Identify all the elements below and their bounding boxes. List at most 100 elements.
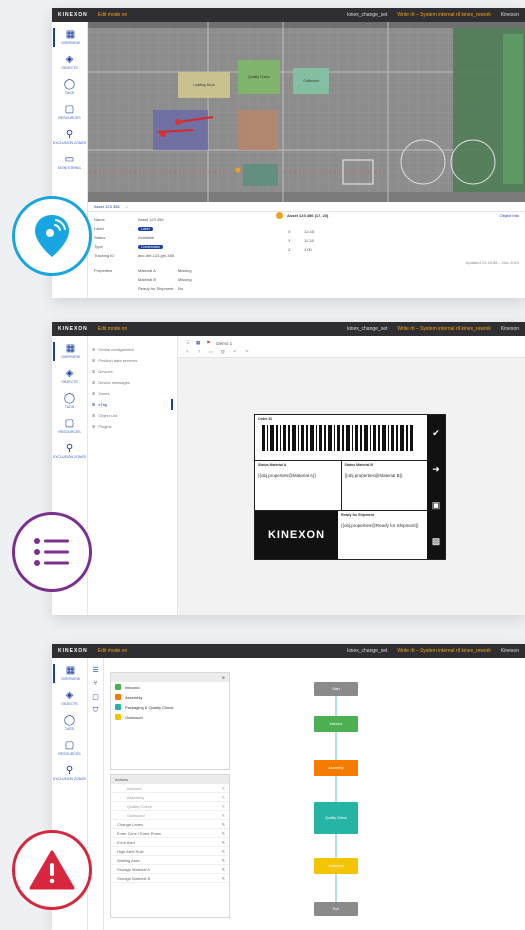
flow-node-start[interactable]: Start xyxy=(314,682,358,696)
sidebar-item-label: Overview xyxy=(61,355,80,359)
coordinates: X 12.45 Y 11.28 Z 1.00 xyxy=(276,229,519,252)
sidebar-item-exclusion-zones[interactable]: ⚲ Exclusion Zones xyxy=(53,442,87,461)
label-preview[interactable]: Order ID Status Material A {{obj.propert… xyxy=(254,414,446,560)
flow-node-label: Assembly xyxy=(328,766,344,770)
coord-value: 12.45 xyxy=(304,229,315,234)
text-icon[interactable]: T xyxy=(198,349,201,355)
app-topbar: KINEXON Edit mode on kinex_change_set Wr… xyxy=(52,8,525,22)
app-topbar: KINEXON Edit mode on kinex_change_set Wr… xyxy=(52,322,525,336)
tree-item-label: Zones xyxy=(98,391,110,396)
flow-node-assembly[interactable]: Assembly xyxy=(314,760,358,776)
config-file-label[interactable]: kinex_change_set xyxy=(347,326,387,332)
tree-item[interactable]: ⊞ Plugins xyxy=(92,421,173,432)
sidebar-item-exclusion-zones[interactable]: ⚲ Exclusion Zones xyxy=(53,128,87,147)
last-update: Updated 12:34:56 – Nov 2023 xyxy=(465,260,519,265)
field-label: Tracking ID xyxy=(94,253,115,258)
field-label: Status xyxy=(94,235,106,240)
brand-logo: KINEXON xyxy=(58,326,88,332)
tree-item-label: Global configuration xyxy=(98,347,134,352)
tab-asset[interactable]: Asset 123 456 xyxy=(94,204,120,209)
zone-outbound[interactable]: Outbound xyxy=(293,68,329,94)
sidebar-item-monitoring[interactable]: ▭ Monitoring xyxy=(53,153,87,172)
sidebar-item-objects[interactable]: ◈ Objects xyxy=(53,53,87,72)
position-title: Asset 123 456 (17, 23) xyxy=(287,213,329,218)
tree-item-label: Position data services xyxy=(98,358,138,363)
sidebar-item-tags[interactable]: ◯ Tags xyxy=(53,392,87,411)
monitor-icon: ▭ xyxy=(64,154,75,165)
properties-table: Properties Material A Missing Material B Mi… xyxy=(88,263,525,296)
tree-item[interactable]: ⊞ Zones xyxy=(92,388,173,399)
tree-item[interactable]: ⊞ Devices xyxy=(92,366,173,377)
kinexon-logo-cell: KINEXON xyxy=(255,511,338,559)
barcode-graphic xyxy=(262,425,413,451)
flow-connectors xyxy=(335,696,337,906)
label-icon-strip: ✔ ➜ ▣ ▩ xyxy=(427,415,445,559)
map-overview-screen: KINEXON Edit mode on kinex_change_set Wr… xyxy=(52,8,525,298)
flow-node-end[interactable]: End xyxy=(314,902,358,916)
edit-mode-indicator[interactable]: Edit mode on xyxy=(98,326,127,332)
zone-quality-check[interactable]: Quality Check xyxy=(238,60,280,94)
grid-icon[interactable]: ▦ xyxy=(196,340,200,346)
close-icon[interactable]: × xyxy=(126,204,128,209)
edit-mode-indicator[interactable]: Edit mode on xyxy=(98,12,127,18)
coord-value: 11.28 xyxy=(304,238,314,243)
tree-item-label: Devices xyxy=(98,369,113,374)
flow-node-quality-check[interactable]: Quality Check xyxy=(314,802,358,834)
breadcrumb[interactable]: Demo 1 xyxy=(216,341,232,346)
property-value: No xyxy=(178,286,184,291)
user-menu[interactable]: Kinexon xyxy=(501,12,519,18)
flow-node-label: Outbound xyxy=(328,864,344,868)
coord-axis: X xyxy=(288,229,291,234)
list-icon[interactable]: ☰ xyxy=(186,340,190,346)
pin-icon: ⚲ xyxy=(65,443,74,454)
flow-node-inbound[interactable]: Inbound xyxy=(314,716,358,732)
redo-icon[interactable]: ↷ xyxy=(245,349,249,355)
sidebar-item-resources[interactable]: ▢ Resources xyxy=(53,103,87,122)
zone-label: Loading Dock xyxy=(193,83,215,87)
sidebar-item-resources[interactable]: ▢ Resources xyxy=(53,417,87,436)
sidebar-item-tags[interactable]: ◯ Tags xyxy=(53,78,87,97)
tree-item[interactable]: ⊞ Position data services xyxy=(92,355,173,366)
barcode-icon[interactable]: ▥ xyxy=(221,349,225,355)
floor-map[interactable]: Loading Dock Quality Check Outbound xyxy=(88,22,525,202)
undo-icon[interactable]: ↶ xyxy=(233,349,237,355)
circle-icon: ◯ xyxy=(63,393,76,404)
zone-loading-dock[interactable]: Loading Dock xyxy=(178,72,230,98)
object-info-link[interactable]: Object Info xyxy=(500,213,519,218)
circle-icon: ◯ xyxy=(63,79,76,90)
write-status: Write rtl – System internal rtl kinex_re… xyxy=(397,12,491,18)
cursor-icon[interactable]: ↖ xyxy=(186,349,190,355)
cell-title: Status Material A xyxy=(258,463,287,467)
floor-plan-drawing xyxy=(88,22,525,202)
user-menu[interactable]: Kinexon xyxy=(501,326,519,332)
tree-item[interactable]: ⊞ Global configuration xyxy=(92,344,173,355)
flag-icon[interactable]: ⚑ xyxy=(206,340,210,346)
square-icon: ▢ xyxy=(64,418,75,429)
tree-item[interactable]: ⊞ Object List xyxy=(92,410,173,421)
flow-node-label: End xyxy=(332,907,340,911)
sidebar-item-label: Exclusion Zones xyxy=(52,141,87,145)
tree-item-label: Plugins xyxy=(98,424,112,429)
coord-value: 1.00 xyxy=(304,247,312,252)
property-value: Missing xyxy=(178,277,192,282)
type-pill: Commission xyxy=(138,245,164,249)
flow-node-outbound[interactable]: Outbound xyxy=(314,858,358,874)
sidebar-item-objects[interactable]: ◈ Objects xyxy=(53,367,87,386)
tree-item[interactable]: ⊞ Device messages xyxy=(92,377,173,388)
sidebar-item-label: Monitoring xyxy=(58,166,81,170)
flow-node-label: Quality Check xyxy=(325,816,347,820)
sidebar-item-overview[interactable]: ▦ Overview xyxy=(52,28,87,47)
rect-icon[interactable]: ▭ xyxy=(209,349,213,355)
config-file-label[interactable]: kinex_change_set xyxy=(347,12,387,18)
map-icon: ▦ xyxy=(65,29,76,40)
sidebar-item-overview[interactable]: ▦ Overview xyxy=(52,342,87,361)
list-icon xyxy=(34,538,69,566)
sidebar-item-label: Overview xyxy=(61,41,80,45)
warning-badge xyxy=(12,830,92,910)
field-label: Label xyxy=(94,226,104,231)
property-key: Ready for Shipment xyxy=(138,286,174,291)
tree-item-label: Device messages xyxy=(98,380,130,385)
config-tree: ⊞ Global configuration ⊞ Position data ser… xyxy=(88,336,178,615)
tree-item-etag[interactable]: ⊞ eTag xyxy=(92,399,173,410)
property-key: Material A xyxy=(138,268,156,273)
